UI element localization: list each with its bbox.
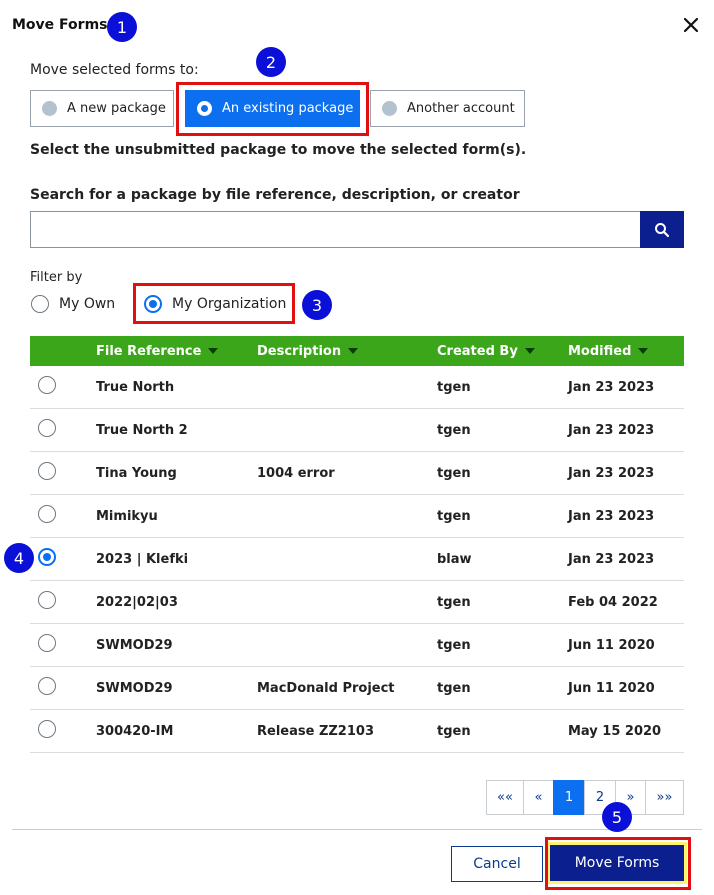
radio-dot-icon bbox=[42, 101, 57, 116]
row-select-radio[interactable] bbox=[38, 591, 56, 609]
cell-created-by: tgen bbox=[437, 422, 471, 438]
table-row[interactable]: 300420-IM Release ZZ2103 tgen May 15 202… bbox=[30, 710, 684, 753]
cell-file-reference: True North bbox=[96, 379, 175, 395]
pagination-prev[interactable]: « bbox=[523, 780, 554, 815]
cell-created-by: tgen bbox=[437, 508, 471, 524]
column-created-by[interactable]: Created By bbox=[437, 336, 535, 366]
callout-badge: 4 bbox=[4, 543, 34, 573]
cell-file-reference: Mimikyu bbox=[96, 508, 158, 524]
option-new-package[interactable]: A new package bbox=[30, 90, 174, 127]
cell-created-by: tgen bbox=[437, 723, 471, 739]
row-select-radio[interactable] bbox=[38, 720, 56, 738]
cell-file-reference: SWMOD29 bbox=[96, 680, 173, 696]
sort-caret-icon bbox=[524, 348, 535, 354]
filter-my-own-radio[interactable] bbox=[31, 295, 49, 313]
cell-file-reference: 2022|02|03 bbox=[96, 594, 178, 610]
table-row[interactable]: True North 2 tgen Jan 23 2023 bbox=[30, 409, 684, 452]
row-select-radio[interactable] bbox=[38, 505, 56, 523]
pagination-first[interactable]: «« bbox=[486, 780, 524, 815]
table-row[interactable]: Mimikyu tgen Jan 23 2023 bbox=[30, 495, 684, 538]
cell-modified: Jan 23 2023 bbox=[568, 379, 655, 395]
table-row[interactable]: SWMOD29 tgen Jun 11 2020 bbox=[30, 624, 684, 667]
cell-created-by: tgen bbox=[437, 465, 471, 481]
dialog-title: Move Forms bbox=[12, 17, 108, 33]
cell-created-by: tgen bbox=[437, 637, 471, 653]
sort-caret-icon bbox=[348, 348, 359, 354]
highlight-box bbox=[176, 82, 369, 136]
cancel-button[interactable]: Cancel bbox=[451, 846, 543, 882]
search-button[interactable] bbox=[640, 211, 684, 248]
cell-modified: Jan 23 2023 bbox=[568, 465, 655, 481]
cell-modified: Jun 11 2020 bbox=[568, 680, 655, 696]
cell-created-by: tgen bbox=[437, 379, 471, 395]
cell-description: MacDonald Project bbox=[257, 680, 395, 696]
search-label: Search for a package by file reference, … bbox=[30, 187, 520, 203]
callout-badge: 1 bbox=[107, 12, 137, 42]
row-select-radio[interactable] bbox=[38, 419, 56, 437]
cell-created-by: tgen bbox=[437, 680, 471, 696]
column-description[interactable]: Description bbox=[257, 336, 359, 366]
cell-modified: May 15 2020 bbox=[568, 723, 662, 739]
sort-caret-icon bbox=[208, 348, 219, 354]
cell-file-reference: SWMOD29 bbox=[96, 637, 173, 653]
cell-file-reference: True North 2 bbox=[96, 422, 188, 438]
highlight-box bbox=[133, 283, 295, 324]
column-file-reference[interactable]: File Reference bbox=[96, 336, 219, 366]
instruction-text: Select the unsubmitted package to move t… bbox=[30, 142, 527, 158]
pagination-last[interactable]: »» bbox=[645, 780, 684, 815]
close-icon[interactable] bbox=[682, 16, 700, 34]
row-select-radio[interactable] bbox=[38, 677, 56, 695]
row-select-radio[interactable] bbox=[38, 548, 56, 566]
cell-description: Release ZZ2103 bbox=[257, 723, 374, 739]
highlight-box bbox=[545, 837, 691, 890]
footer-divider bbox=[12, 829, 702, 830]
callout-badge: 5 bbox=[602, 802, 632, 832]
filter-label: Filter by bbox=[30, 270, 83, 285]
callout-badge: 3 bbox=[302, 290, 332, 320]
cell-created-by: blaw bbox=[437, 551, 472, 567]
cell-file-reference: Tina Young bbox=[96, 465, 177, 481]
callout-badge: 2 bbox=[256, 47, 286, 77]
pagination-page-1[interactable]: 1 bbox=[553, 780, 585, 815]
row-select-radio[interactable] bbox=[38, 376, 56, 394]
option-label: A new package bbox=[67, 101, 166, 116]
table-header: File Reference Description Created By Mo… bbox=[30, 336, 684, 366]
cell-modified: Jan 23 2023 bbox=[568, 551, 655, 567]
column-modified[interactable]: Modified bbox=[568, 336, 649, 366]
sort-caret-icon bbox=[638, 348, 649, 354]
option-another-account[interactable]: Another account bbox=[370, 90, 525, 127]
search-icon bbox=[655, 222, 670, 237]
move-to-label: Move selected forms to: bbox=[30, 62, 199, 78]
table-row[interactable]: SWMOD29 MacDonald Project tgen Jun 11 20… bbox=[30, 667, 684, 710]
cell-modified: Jun 11 2020 bbox=[568, 637, 655, 653]
table-row[interactable]: 2023 | Klefki blaw Jan 23 2023 bbox=[30, 538, 684, 581]
search-input[interactable] bbox=[30, 211, 641, 248]
cell-modified: Jan 23 2023 bbox=[568, 422, 655, 438]
filter-my-own-label[interactable]: My Own bbox=[59, 296, 115, 312]
table-row[interactable]: Tina Young 1004 error tgen Jan 23 2023 bbox=[30, 452, 684, 495]
option-label: Another account bbox=[407, 101, 515, 116]
row-select-radio[interactable] bbox=[38, 462, 56, 480]
cell-created-by: tgen bbox=[437, 594, 471, 610]
cell-description: 1004 error bbox=[257, 465, 335, 481]
radio-dot-icon bbox=[382, 101, 397, 116]
row-select-radio[interactable] bbox=[38, 634, 56, 652]
table-row[interactable]: 2022|02|03 tgen Feb 04 2022 bbox=[30, 581, 684, 624]
cell-file-reference: 300420-IM bbox=[96, 723, 174, 739]
cell-modified: Jan 23 2023 bbox=[568, 508, 655, 524]
table-row[interactable]: True North tgen Jan 23 2023 bbox=[30, 366, 684, 409]
cell-file-reference: 2023 | Klefki bbox=[96, 551, 189, 567]
cell-modified: Feb 04 2022 bbox=[568, 594, 658, 610]
